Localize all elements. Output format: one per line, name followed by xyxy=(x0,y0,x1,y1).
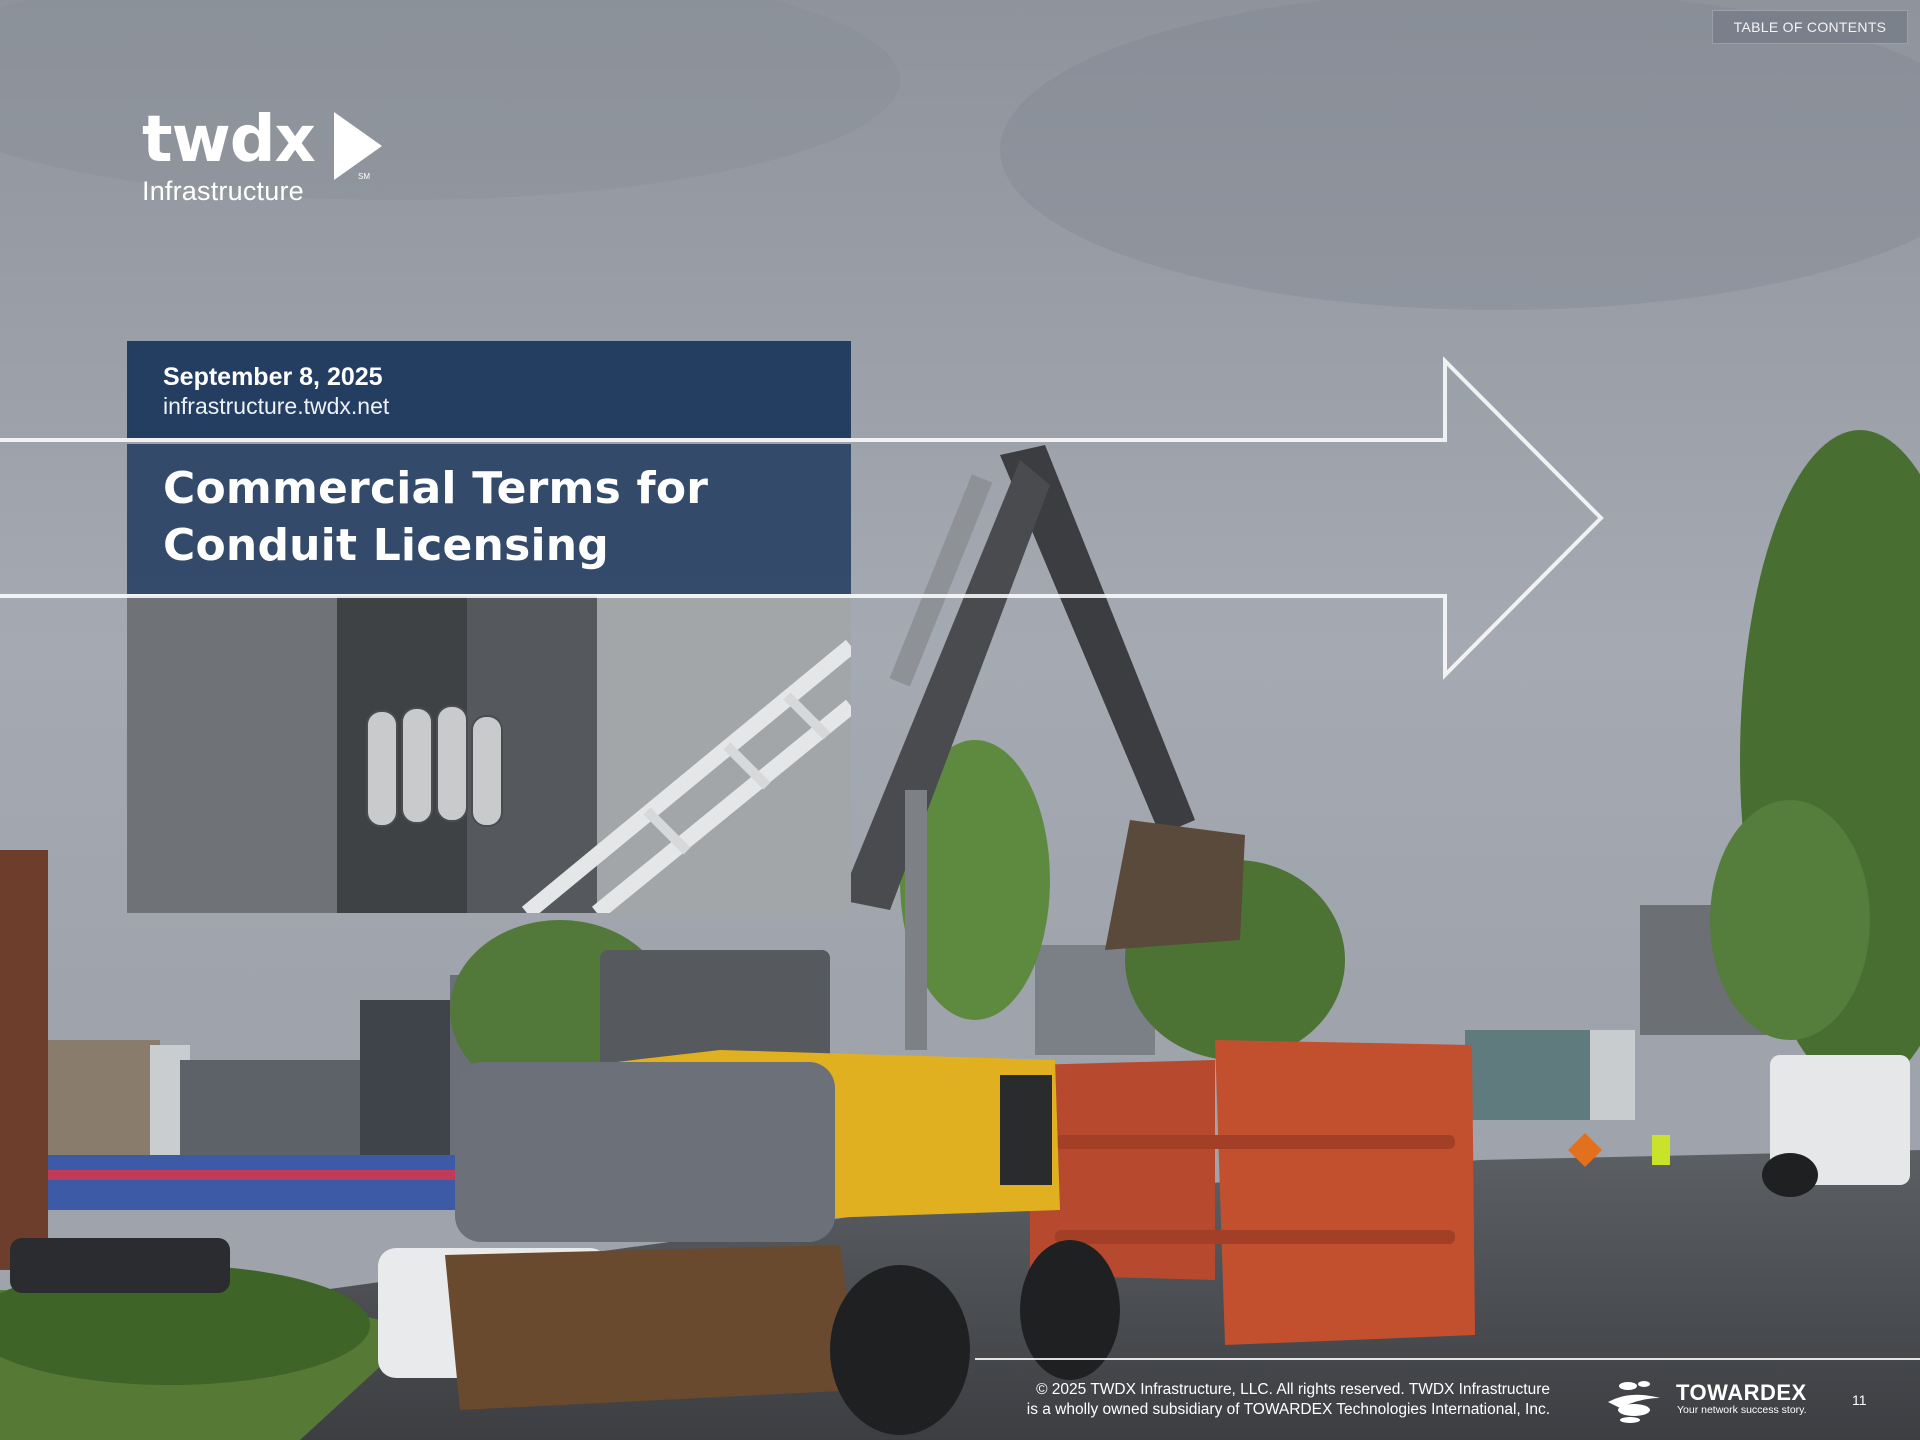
copyright-line-2: is a wholly owned subsidiary of TOWARDEX… xyxy=(1026,1401,1550,1418)
footer-divider xyxy=(975,1358,1920,1360)
brand-tagline: Your network success story. xyxy=(1677,1404,1807,1416)
slide-title: Commercial Terms for Conduit Licensing xyxy=(163,460,708,574)
trench-conduit-photo xyxy=(127,596,851,913)
table-of-contents-button[interactable]: TABLE OF CONTENTS xyxy=(1712,10,1908,44)
slide-title-line-1: Commercial Terms for xyxy=(163,463,709,514)
copyright-line-1: © 2025 TWDX Infrastructure, LLC. All rig… xyxy=(1036,1381,1550,1398)
logo-subtitle: Infrastructure xyxy=(142,176,304,206)
presentation-date: September 8, 2025 xyxy=(163,363,383,391)
twdx-infrastructure-logo: twdx Infrastructure SM xyxy=(142,103,382,206)
brand-name: TOWARDEX xyxy=(1676,1380,1807,1405)
slide-title-line-2: Conduit Licensing xyxy=(163,520,609,571)
page-number: 11 xyxy=(1852,1392,1867,1408)
play-triangle-icon xyxy=(334,112,382,180)
service-mark: SM xyxy=(358,172,370,181)
website-link[interactable]: infrastructure.twdx.net xyxy=(163,393,389,420)
copyright-notice: © 2025 TWDX Infrastructure, LLC. All rig… xyxy=(1000,1380,1550,1420)
logo-wordmark: twdx xyxy=(142,103,316,177)
